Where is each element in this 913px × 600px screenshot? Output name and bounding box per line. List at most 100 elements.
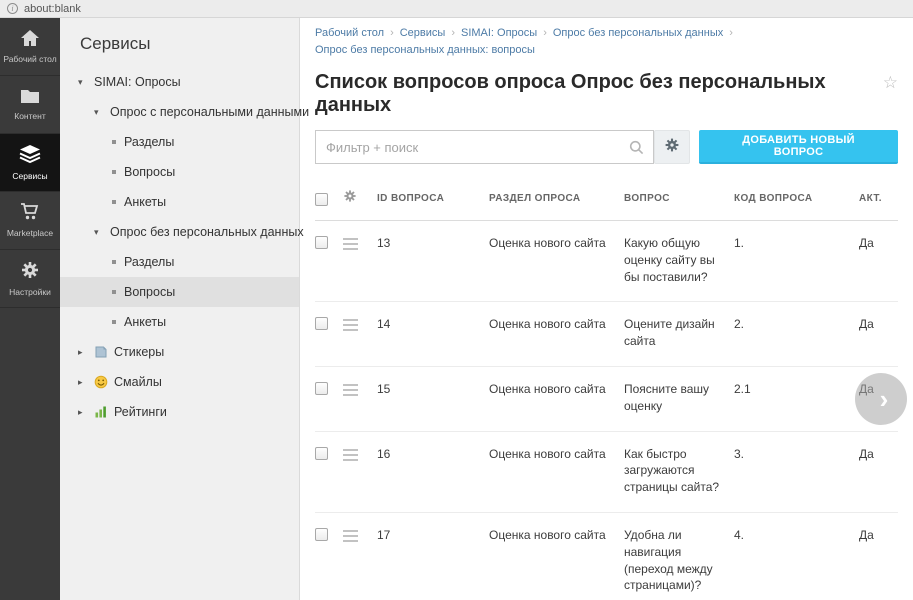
sidebar-item-desktop[interactable]: Рабочий стол [0, 18, 60, 76]
table-row[interactable]: 14 Оценка нового сайта Оцените дизайн са… [315, 302, 898, 367]
cart-icon [20, 203, 40, 224]
chevron-right-icon[interactable]: ▸ [78, 407, 89, 418]
tree-item-voprosy-1[interactable]: Вопросы [60, 157, 299, 187]
cell-active: Да [859, 527, 898, 544]
sidebar-item-label: Сервисы [12, 172, 47, 182]
breadcrumb: Рабочий стол › Сервисы › SIMAI: Опросы ›… [300, 18, 913, 39]
grid-settings-button[interactable] [654, 130, 691, 164]
services-tree-panel: Сервисы ▾ SIMAI: Опросы ▾ Опрос с персон… [60, 18, 300, 600]
cell-question: Удобна ли навигация (переход между стран… [624, 527, 734, 594]
sticker-icon [94, 345, 108, 359]
tree-item-opros-personal[interactable]: ▾ Опрос с персональными данными [60, 97, 299, 127]
layers-icon [19, 144, 41, 167]
tree-item-label: Разделы [124, 255, 174, 269]
sidebar-item-label: Рабочий стол [3, 55, 56, 65]
select-all-checkbox[interactable] [315, 193, 328, 206]
table-row[interactable]: 17 Оценка нового сайта Удобна ли навигац… [315, 513, 898, 600]
chevron-right-icon[interactable]: ▸ [78, 377, 89, 388]
cell-section: Оценка нового сайта [489, 446, 624, 463]
chevron-right-icon[interactable]: ▸ [78, 347, 89, 358]
cell-active: Да [859, 446, 898, 463]
tree-item-ankety-1[interactable]: Анкеты [60, 187, 299, 217]
tree-item-simai-oprosy[interactable]: ▾ SIMAI: Опросы [60, 67, 299, 97]
row-menu-icon[interactable] [343, 384, 358, 399]
tree-item-razdely-1[interactable]: Разделы [60, 127, 299, 157]
tree-item-label: Вопросы [124, 165, 175, 179]
sidebar-item-label: Marketplace [7, 229, 53, 239]
cell-question: Как быстро загружаются страницы сайта? [624, 446, 734, 496]
sidebar-item-label: Настройки [9, 288, 51, 298]
cell-code: 1. [734, 235, 859, 252]
sidebar-item-settings[interactable]: Настройки [0, 250, 60, 308]
column-header-id[interactable]: ID ВОПРОСА [377, 193, 489, 204]
cell-id: 13 [377, 235, 489, 252]
filter-search-input[interactable] [316, 131, 653, 163]
breadcrumb-separator-icon: › [729, 27, 733, 39]
tree-item-razdely-2[interactable]: Разделы [60, 247, 299, 277]
tree-item-ankety-2[interactable]: Анкеты [60, 307, 299, 337]
cell-section: Оценка нового сайта [489, 235, 624, 252]
filter-toolbar: ДОБАВИТЬ НОВЫЙ ВОПРОС [300, 121, 913, 170]
bullet-icon [112, 290, 116, 294]
tree-item-smaily[interactable]: ▸ Смайлы [60, 367, 299, 397]
tree-item-opros-bez-personal[interactable]: ▾ Опрос без персональных данных [60, 217, 299, 247]
sidebar-item-marketplace[interactable]: Marketplace [0, 192, 60, 250]
cell-question: Поясните вашу оценку [624, 381, 734, 415]
cell-code: 2.1 [734, 381, 859, 398]
breadcrumb-item-opros[interactable]: Опрос без персональных данных [553, 27, 723, 39]
breadcrumb-item-services[interactable]: Сервисы [400, 27, 446, 39]
favorite-star-icon[interactable]: ☆ [883, 73, 898, 93]
bullet-icon [112, 200, 116, 204]
search-icon[interactable] [629, 140, 644, 160]
row-menu-icon[interactable] [343, 449, 358, 464]
cell-section: Оценка нового сайта [489, 527, 624, 544]
table-row[interactable]: 15 Оценка нового сайта Поясните вашу оце… [315, 367, 898, 432]
header-gear-icon[interactable] [343, 189, 377, 208]
cell-code: 3. [734, 446, 859, 463]
breadcrumb-item-simai-oprosy[interactable]: SIMAI: Опросы [461, 27, 537, 39]
table-row[interactable]: 16 Оценка нового сайта Как быстро загруж… [315, 432, 898, 513]
row-checkbox[interactable] [315, 317, 328, 330]
gear-icon [20, 260, 40, 283]
tree-item-label: SIMAI: Опросы [94, 75, 181, 89]
cell-code: 4. [734, 527, 859, 544]
column-header-section[interactable]: РАЗДЕЛ ОПРОСА [489, 193, 624, 204]
sidebar-item-content[interactable]: Контент [0, 76, 60, 134]
info-icon[interactable]: i [7, 3, 18, 14]
bullet-icon [112, 140, 116, 144]
tree-item-reitingi[interactable]: ▸ Рейтинги [60, 397, 299, 427]
column-header-question[interactable]: ВОПРОС [624, 193, 734, 204]
url-text: about:blank [24, 3, 81, 15]
column-header-active[interactable]: АКТ. [859, 193, 898, 204]
filter-search-box [315, 130, 654, 164]
chevron-right-icon: › [874, 386, 889, 412]
tree-item-voprosy-2-selected[interactable]: Вопросы [60, 277, 299, 307]
table-header-row: ID ВОПРОСА РАЗДЕЛ ОПРОСА ВОПРОС КОД ВОПР… [315, 178, 898, 221]
breadcrumb-item-desktop[interactable]: Рабочий стол [315, 27, 384, 39]
row-menu-icon[interactable] [343, 238, 358, 253]
cell-code: 2. [734, 316, 859, 333]
row-menu-icon[interactable] [343, 319, 358, 334]
column-header-code[interactable]: КОД ВОПРОСА [734, 193, 859, 204]
bullet-icon [112, 170, 116, 174]
sidebar-item-services[interactable]: Сервисы [0, 134, 60, 192]
breadcrumb-current-link[interactable]: Опрос без персональных данных: вопросы [315, 44, 535, 56]
bullet-icon [112, 320, 116, 324]
cell-question: Какую общую оценку сайту вы бы поставили… [624, 235, 734, 285]
expand-panel-button[interactable]: › [855, 373, 907, 425]
table-row[interactable]: 13 Оценка нового сайта Какую общую оценк… [315, 221, 898, 302]
tree-item-label: Смайлы [114, 375, 162, 389]
row-checkbox[interactable] [315, 447, 328, 460]
tree-item-label: Стикеры [114, 345, 164, 359]
tree-item-stikery[interactable]: ▸ Стикеры [60, 337, 299, 367]
add-question-button[interactable]: ДОБАВИТЬ НОВЫЙ ВОПРОС [699, 130, 898, 164]
chevron-down-icon[interactable]: ▾ [94, 107, 105, 118]
row-checkbox[interactable] [315, 382, 328, 395]
chevron-down-icon[interactable]: ▾ [78, 77, 89, 88]
chevron-down-icon[interactable]: ▾ [94, 227, 105, 238]
row-checkbox[interactable] [315, 528, 328, 541]
row-checkbox[interactable] [315, 236, 328, 249]
row-menu-icon[interactable] [343, 530, 358, 545]
breadcrumb-separator-icon: › [390, 27, 394, 39]
tree-item-label: Разделы [124, 135, 174, 149]
